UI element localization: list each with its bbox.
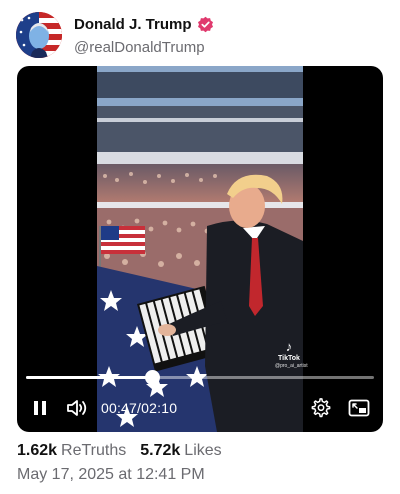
avatar[interactable]: [16, 12, 62, 58]
pause-button[interactable]: [29, 394, 51, 422]
pause-icon: [34, 401, 46, 415]
tiktok-handle: @pro_ai_artist: [275, 363, 308, 369]
post-timestamp[interactable]: May 17, 2025 at 12:41 PM: [17, 466, 205, 484]
picture-in-picture-icon: [348, 399, 370, 417]
progress-thumb[interactable]: [144, 370, 160, 385]
volume-icon: [67, 400, 87, 416]
tiktok-logo-icon: ♪: [285, 339, 293, 354]
progress-fill: [26, 376, 152, 379]
likes-label: Likes: [184, 442, 222, 459]
gear-icon: [311, 398, 331, 418]
current-time: 00:47: [101, 400, 138, 416]
likes-count: 5.72k: [140, 442, 181, 459]
post-header: Donald J. Trump @realDonaldTrump: [16, 12, 384, 60]
video-player[interactable]: ♪ TikTok @pro_ai_artist 00:47/02:10: [17, 66, 383, 432]
verified-badge-icon: [197, 16, 214, 33]
likes-stat[interactable]: 5.72k Likes: [140, 442, 221, 460]
tiktok-brand: TikTok: [278, 355, 300, 362]
pip-button[interactable]: [347, 394, 371, 422]
retruths-count: 1.62k: [17, 442, 58, 459]
post-stats: 1.62k ReTruths 5.72k Likes: [17, 442, 230, 460]
time-display: 00:47/02:10: [101, 400, 178, 416]
volume-button[interactable]: [65, 394, 91, 422]
duration: 02:10: [141, 400, 178, 416]
retruths-label: ReTruths: [61, 442, 127, 459]
progress-bar[interactable]: [26, 370, 374, 385]
tiktok-watermark: ♪ TikTok @pro_ai_artist: [275, 339, 308, 370]
author-name[interactable]: Donald J. Trump: [74, 16, 214, 33]
retruths-stat[interactable]: 1.62k ReTruths: [17, 442, 126, 460]
author-name-text: Donald J. Trump: [74, 16, 192, 33]
author-handle[interactable]: @realDonaldTrump: [74, 39, 205, 56]
video-controls: 00:47/02:10: [17, 394, 383, 422]
settings-button[interactable]: [309, 394, 333, 422]
